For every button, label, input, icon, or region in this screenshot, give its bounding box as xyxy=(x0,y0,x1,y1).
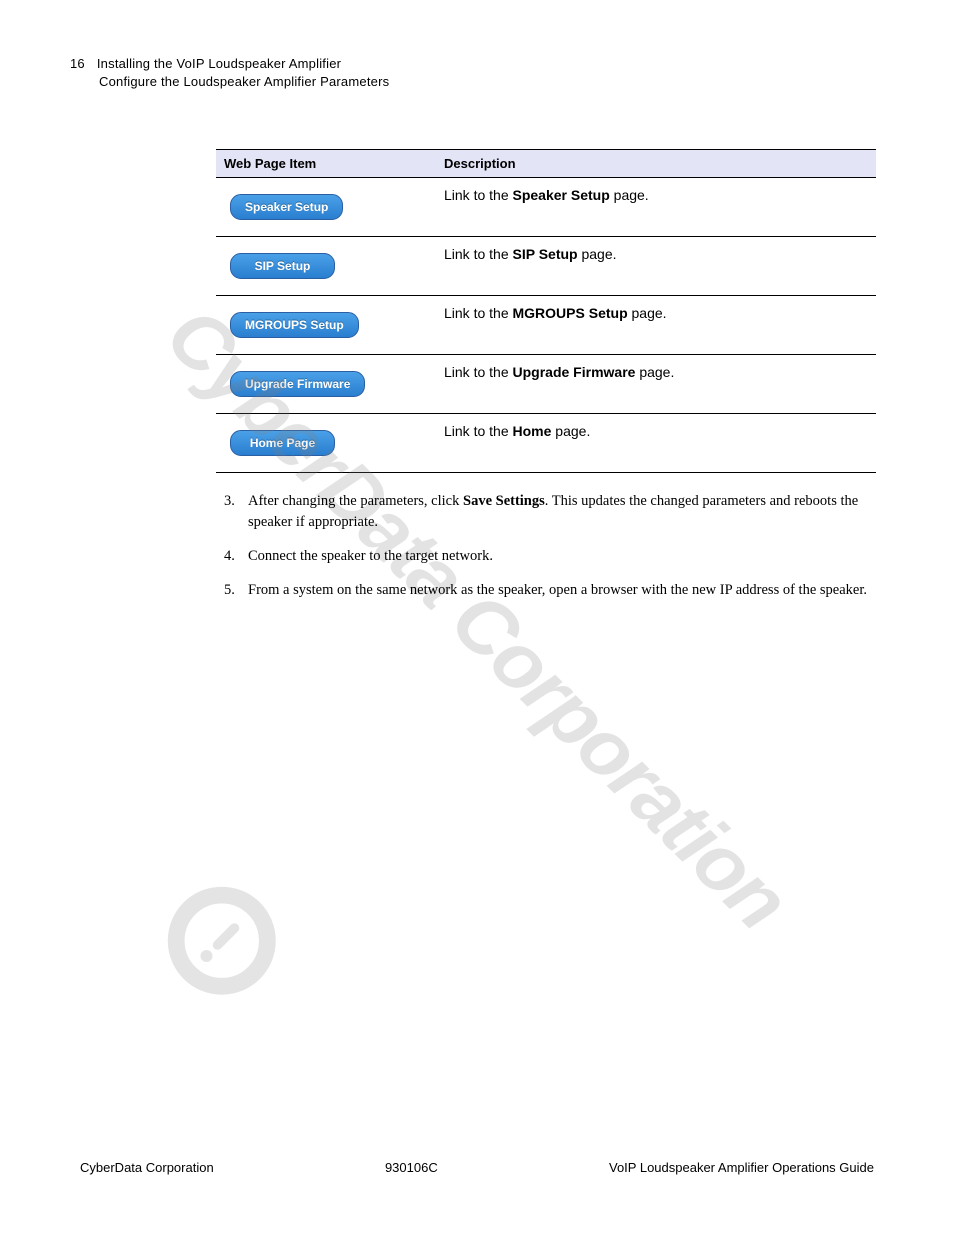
link-button[interactable]: Speaker Setup xyxy=(230,194,343,220)
table-row: SIP Setup Link to the SIP Setup page. xyxy=(216,237,876,296)
table-cell-item: Speaker Setup xyxy=(216,178,436,237)
description-text: Link to the MGROUPS Setup page. xyxy=(444,305,667,321)
description-text: Link to the Upgrade Firmware page. xyxy=(444,364,674,380)
table-cell-desc: Link to the Home page. xyxy=(436,414,876,473)
description-text: Link to the SIP Setup page. xyxy=(444,246,617,262)
table-cell-desc: Link to the MGROUPS Setup page. xyxy=(436,296,876,355)
table-cell-item: Home Page xyxy=(216,414,436,473)
instruction-steps: 3.After changing the parameters, click S… xyxy=(224,491,880,600)
table-cell-item: MGROUPS Setup xyxy=(216,296,436,355)
link-button[interactable]: MGROUPS Setup xyxy=(230,312,359,338)
instruction-step: 5.From a system on the same network as t… xyxy=(224,580,880,600)
description-text: Link to the Home page. xyxy=(444,423,590,439)
footer-doc-number: 930106C xyxy=(385,1160,438,1175)
footer-doc-title: VoIP Loudspeaker Amplifier Operations Gu… xyxy=(609,1160,874,1175)
page-footer: CyberData Corporation 930106C VoIP Louds… xyxy=(80,1160,874,1175)
link-button[interactable]: Upgrade Firmware xyxy=(230,371,365,397)
table-cell-item: Upgrade Firmware xyxy=(216,355,436,414)
web-page-items-table: Web Page Item Description Speaker Setup L… xyxy=(216,149,876,473)
header-title-1: Installing the VoIP Loudspeaker Amplifie… xyxy=(97,55,341,73)
instruction-step: 3.After changing the parameters, click S… xyxy=(224,491,880,532)
instruction-step: 4.Connect the speaker to the target netw… xyxy=(224,546,880,566)
table-cell-desc: Link to the SIP Setup page. xyxy=(436,237,876,296)
table-cell-desc: Link to the Speaker Setup page. xyxy=(436,178,876,237)
table-cell-item: SIP Setup xyxy=(216,237,436,296)
table-row: Upgrade Firmware Link to the Upgrade Firm… xyxy=(216,355,876,414)
step-number: 3. xyxy=(224,491,235,511)
watermark-logo-icon xyxy=(133,856,306,1029)
table-header-desc: Description xyxy=(436,150,876,178)
page-number: 16 xyxy=(70,55,85,73)
step-number: 4. xyxy=(224,546,235,566)
description-text: Link to the Speaker Setup page. xyxy=(444,187,649,203)
page-header: 16 Installing the VoIP Loudspeaker Ampli… xyxy=(70,55,874,91)
footer-company: CyberData Corporation xyxy=(80,1160,214,1175)
header-title-2: Configure the Loudspeaker Amplifier Para… xyxy=(99,73,874,91)
link-button[interactable]: SIP Setup xyxy=(230,253,335,279)
step-number: 5. xyxy=(224,580,235,600)
table-header-item: Web Page Item xyxy=(216,150,436,178)
table-row: MGROUPS Setup Link to the MGROUPS Setup p… xyxy=(216,296,876,355)
table-cell-desc: Link to the Upgrade Firmware page. xyxy=(436,355,876,414)
table-row: Home Page Link to the Home page. xyxy=(216,414,876,473)
link-button[interactable]: Home Page xyxy=(230,430,335,456)
table-row: Speaker Setup Link to the Speaker Setup p… xyxy=(216,178,876,237)
